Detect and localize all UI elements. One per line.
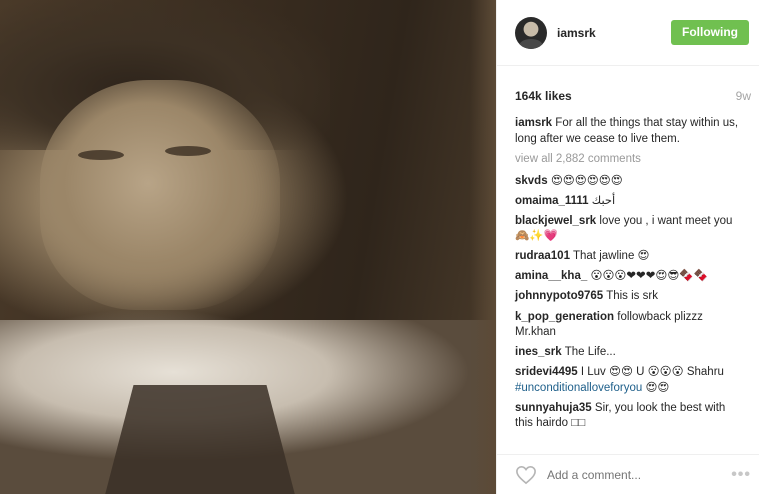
comments-section: iamsrk For all the things that stay with… bbox=[497, 116, 759, 432]
comment-item: ines_srk The Life... bbox=[515, 345, 745, 361]
heart-outline-icon[interactable] bbox=[515, 465, 537, 485]
comment-item: sridevi4495 I Luv 😍😍 U 😮😮😮 Shahru #uncon… bbox=[515, 365, 745, 396]
post-side-panel: iamsrk Following 164k likes 9w iamsrk Fo… bbox=[496, 0, 759, 494]
comment-text: I Luv 😍😍 U 😮😮😮 Shahru bbox=[580, 366, 724, 379]
photo-eye-right bbox=[165, 146, 211, 156]
post-photo[interactable] bbox=[0, 0, 496, 494]
comment-text-after: 😍😍 bbox=[645, 381, 670, 394]
post-caption: iamsrk For all the things that stay with… bbox=[515, 116, 745, 147]
photo-eye-left bbox=[78, 150, 124, 160]
comment-hashtag-link[interactable]: #unconditionalloveforyou bbox=[515, 382, 642, 394]
comment-item: johnnypoto9765 This is srk bbox=[515, 289, 745, 305]
following-button[interactable]: Following bbox=[671, 20, 749, 45]
caption-username[interactable]: iamsrk bbox=[515, 117, 552, 129]
photo-edge bbox=[470, 0, 496, 494]
comment-item: k_pop_generation followback plizzz Mr.kh… bbox=[515, 310, 745, 341]
comment-item: amina__kha_ 😮😮😮❤❤❤😍😎🍫🍫 bbox=[515, 269, 745, 285]
comment-username[interactable]: rudraa101 bbox=[515, 250, 570, 262]
comment-item: skvds 😍😍😍😍😍😍 bbox=[515, 174, 745, 190]
comment-username[interactable]: ines_srk bbox=[515, 346, 562, 358]
add-comment-input[interactable] bbox=[547, 467, 732, 482]
view-all-comments-link[interactable]: view all 2,882 comments bbox=[515, 152, 745, 168]
comment-username[interactable]: blackjewel_srk bbox=[515, 215, 596, 227]
comment-username[interactable]: k_pop_generation bbox=[515, 311, 614, 323]
photo-face bbox=[40, 80, 280, 310]
comment-username[interactable]: omaima_1111 bbox=[515, 195, 589, 207]
post-username[interactable]: iamsrk bbox=[557, 26, 671, 40]
comment-username[interactable]: johnnypoto9765 bbox=[515, 290, 603, 302]
comment-item: rudraa101 That jawline 😍 bbox=[515, 249, 745, 265]
comment-username[interactable]: skvds bbox=[515, 175, 548, 187]
post-stats: 164k likes 9w bbox=[497, 66, 759, 110]
comment-item: sunnyahuja35 Sir, you look the best with… bbox=[515, 401, 745, 432]
comment-text: The Life... bbox=[564, 346, 616, 359]
comment-username[interactable]: sridevi4495 bbox=[515, 366, 578, 378]
comment-text: This is srk bbox=[606, 290, 658, 303]
comment-text: 😍😍😍😍😍😍 bbox=[550, 174, 623, 187]
comment-text: أحبك bbox=[591, 194, 616, 207]
comment-text: 😮😮😮❤❤❤😍😎🍫🍫 bbox=[590, 270, 708, 283]
photo-collar bbox=[105, 385, 295, 494]
comment-username[interactable]: amina__kha_ bbox=[515, 270, 587, 282]
post-footer: ••• bbox=[497, 454, 759, 494]
post-header: iamsrk Following bbox=[497, 0, 759, 66]
likes-count[interactable]: 164k likes bbox=[515, 89, 572, 103]
avatar[interactable] bbox=[515, 16, 547, 49]
comment-item: blackjewel_srk love you , i want meet yo… bbox=[515, 214, 745, 245]
post-time[interactable]: 9w bbox=[736, 89, 751, 103]
ellipsis-icon[interactable]: ••• bbox=[731, 466, 751, 484]
comment-text: That jawline 😍 bbox=[572, 250, 650, 263]
comment-item: omaima_1111 أحبك bbox=[515, 194, 745, 210]
instagram-post: iamsrk Following 164k likes 9w iamsrk Fo… bbox=[0, 0, 759, 494]
comment-username[interactable]: sunnyahuja35 bbox=[515, 402, 592, 414]
